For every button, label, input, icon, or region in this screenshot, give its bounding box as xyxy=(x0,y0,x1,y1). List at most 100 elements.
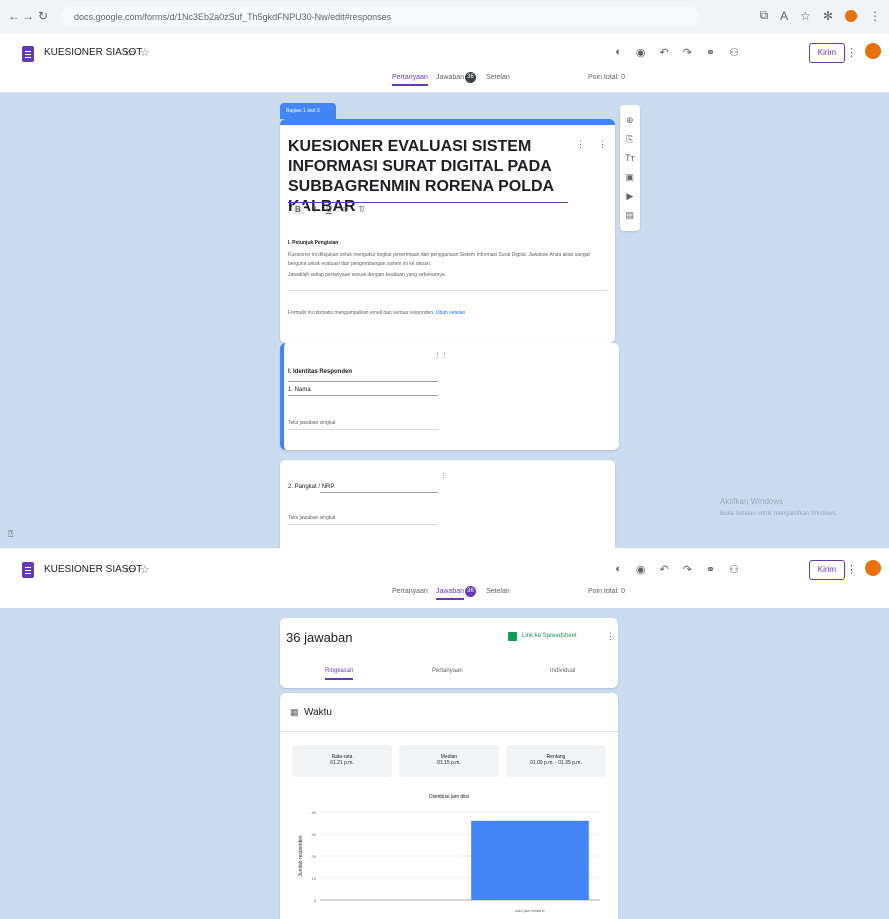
import-icon[interactable]: ⎘ xyxy=(625,130,635,149)
question-label[interactable]: 2. Pangkat / NRP xyxy=(288,484,334,490)
more-icon[interactable]: ⋮ xyxy=(846,46,857,59)
menu-icon[interactable]: ⋮ xyxy=(869,9,881,23)
avatar[interactable] xyxy=(865,560,881,576)
question-card[interactable]: ⋮⋮ I. Identitas Responden 1. Nama Teks j… xyxy=(280,343,619,450)
add-question-icon[interactable]: ⊕ xyxy=(625,111,635,130)
puzzle-icon[interactable]: ✻ xyxy=(823,9,833,23)
folder-icon[interactable]: ▭ xyxy=(125,46,135,59)
forward-icon[interactable]: → xyxy=(22,9,34,23)
more-icon[interactable]: ⋮ xyxy=(598,139,607,150)
tab-settings[interactable]: Setelan xyxy=(486,588,510,595)
title-card[interactable]: KUESIONER EVALUASI SISTEM INFORMASI SURA… xyxy=(280,119,615,343)
tab-questions[interactable]: Pertanyaan xyxy=(392,588,428,595)
add-collaborator-icon[interactable]: ⚇ xyxy=(729,563,739,576)
link-to-sheets[interactable]: Link ke Spreadsheet xyxy=(522,633,577,639)
preview-icon[interactable]: ◉ xyxy=(636,563,646,576)
total-points: Poin total: 0 xyxy=(588,74,625,81)
palette-icon[interactable]: ◐ xyxy=(615,563,622,576)
add-title-icon[interactable]: Tт xyxy=(625,149,635,168)
add-image-icon[interactable]: ▣ xyxy=(625,168,635,187)
form-header-top: KUESIONER SIASOT ▭ ☆ ◐ ◉ ↶ ↷ ⚭ ⚇ Kirim ⋮… xyxy=(0,34,889,93)
redo-icon[interactable]: ↷ xyxy=(683,563,692,576)
folder-icon[interactable]: ▭ xyxy=(125,563,135,576)
italic-button[interactable]: I xyxy=(314,205,316,214)
form-actions: ◐ ◉ ↶ ↷ ⚭ ⚇ xyxy=(615,46,739,59)
form-tabs: Pertanyaan Jawaban 36 Setelan Poin total… xyxy=(0,584,889,606)
stat-range: Rentang 01.09 p.m. - 01.35 p.m. xyxy=(506,745,606,777)
drag-handle-icon[interactable]: ⋮ xyxy=(440,472,447,480)
translate-icon[interactable]: A xyxy=(780,9,788,23)
question-label[interactable]: 1. Nama xyxy=(288,387,311,393)
stat-value: 01.15 p.m. xyxy=(437,760,461,766)
link-icon[interactable]: ⚭ xyxy=(706,46,715,59)
sheets-icon[interactable] xyxy=(508,632,517,641)
avatar[interactable] xyxy=(865,43,881,59)
add-video-icon[interactable]: ▶ xyxy=(625,187,635,206)
section-heading: I. Identitas Responden xyxy=(288,369,353,375)
subtab-individual[interactable]: Individual xyxy=(550,668,575,674)
responses-canvas: 36 jawaban Link ke Spreadsheet ⋮ Ringkas… xyxy=(0,608,889,919)
responses-badge: 36 xyxy=(465,72,476,83)
intro-heading: I. Petunjuk Pengisian xyxy=(288,240,339,246)
question-card[interactable]: ⋮ 2. Pangkat / NRP Teks jawaban singkat xyxy=(280,460,615,548)
browser-toolbar: ← → ↻ docs.google.com/forms/d/1Nc3Eb2a0z… xyxy=(0,0,889,35)
forms-logo-icon[interactable] xyxy=(22,46,34,62)
bold-button[interactable]: B xyxy=(292,205,304,214)
section-tab: Bagian 1 dari 3 xyxy=(280,103,336,119)
send-button[interactable]: Kirim xyxy=(808,43,845,63)
drag-icon[interactable]: ⋮ xyxy=(576,139,585,150)
form-tabs: Pertanyaan Jawaban 36 Setelan Poin total… xyxy=(0,70,889,92)
underline-button[interactable]: U xyxy=(326,205,332,214)
more-icon[interactable]: ⋮ xyxy=(846,563,857,576)
undo-icon[interactable]: ↶ xyxy=(659,563,668,576)
preview-icon[interactable]: ◉ xyxy=(636,46,646,59)
link-button[interactable]: ⊝ xyxy=(342,205,349,214)
y-tick-label: 30 xyxy=(312,832,317,837)
star-icon[interactable]: ☆ xyxy=(140,46,150,59)
x-tick-label: satu jam terakhir xyxy=(515,908,545,913)
more-icon[interactable]: ⋮ xyxy=(606,631,615,642)
chart-bar[interactable] xyxy=(471,820,589,900)
drag-handle-icon[interactable]: ⋮⋮ xyxy=(434,351,448,359)
palette-icon[interactable]: ◐ xyxy=(615,46,622,59)
send-button[interactable]: Kirim xyxy=(808,560,845,580)
y-tick-label: 20 xyxy=(312,854,317,859)
address-bar[interactable]: docs.google.com/forms/d/1Nc3Eb2a0zSuf_Th… xyxy=(60,7,700,27)
email-settings-link[interactable]: Ubah setelan xyxy=(436,310,465,316)
undo-icon[interactable]: ↶ xyxy=(659,46,668,59)
intro-text-2: Jawablah setiap pertanyaan sesuai dengan… xyxy=(288,272,446,278)
extension-icon[interactable]: ⧉ xyxy=(760,8,769,23)
clear-format-button[interactable]: T̸ xyxy=(359,205,364,214)
time-summary-card: ▦ Waktu Rata-rata 01.21 p.m. Median 01.1… xyxy=(280,693,618,919)
forms-logo-icon[interactable] xyxy=(22,562,34,578)
star-icon[interactable]: ☆ xyxy=(140,563,150,576)
responses-badge: 36 xyxy=(465,586,476,597)
chart-x-labels: satu jam terakhir xyxy=(515,908,545,913)
stat-average: Rata-rata 01.21 p.m. xyxy=(292,745,392,777)
tab-questions[interactable]: Pertanyaan xyxy=(392,74,428,86)
y-axis-label: Jumlah responden xyxy=(298,835,304,876)
responses-count: 36 jawaban xyxy=(286,630,353,645)
add-section-icon[interactable]: ▤ xyxy=(625,206,635,225)
tab-settings[interactable]: Setelan xyxy=(486,74,510,81)
add-collaborator-icon[interactable]: ⚇ xyxy=(729,46,739,59)
email-note: Formulir ini otomatis mengumpulkan email… xyxy=(288,309,465,318)
stat-median: Median 01.15 p.m. xyxy=(399,745,499,777)
subtab-summary[interactable]: Ringkasan xyxy=(325,668,354,680)
email-note-text: Formulir ini otomatis mengumpulkan email… xyxy=(288,310,435,316)
redo-icon[interactable]: ↷ xyxy=(683,46,692,59)
reload-icon[interactable]: ↻ xyxy=(38,9,48,23)
help-icon[interactable]: ⍰ xyxy=(8,529,13,540)
browser-actions: ⧉ A ☆ ✻ ⋮ xyxy=(760,8,881,23)
tab-responses[interactable]: Jawaban xyxy=(436,588,465,600)
back-icon[interactable]: ← xyxy=(8,9,20,23)
y-tick-label: 40 xyxy=(312,810,317,815)
chart-bars xyxy=(471,820,589,900)
tab-responses[interactable]: Jawaban xyxy=(436,74,464,81)
subtab-question[interactable]: Pertanyaan xyxy=(432,668,463,674)
floating-toolbar: ⊕ ⎘ Tт ▣ ▶ ▤ xyxy=(620,105,640,231)
link-icon[interactable]: ⚭ xyxy=(706,563,715,576)
profile-avatar[interactable] xyxy=(845,9,857,22)
star-icon[interactable]: ☆ xyxy=(800,9,811,23)
short-answer-placeholder: Teks jawaban singkat xyxy=(288,515,336,521)
